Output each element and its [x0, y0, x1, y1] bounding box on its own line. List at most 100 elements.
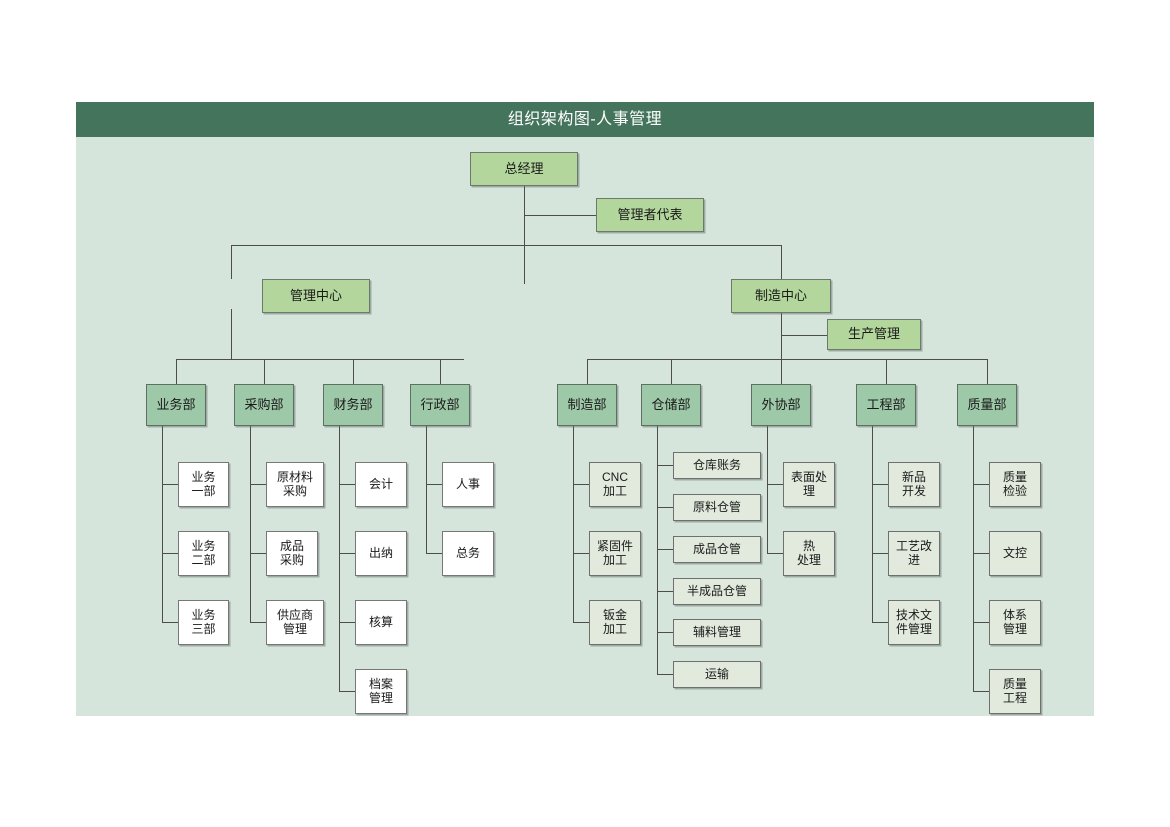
connector-engineering-spine	[872, 426, 873, 622]
leaf-finance-2[interactable]: 出纳	[355, 531, 407, 576]
node-label: 出纳	[368, 545, 393, 560]
leaf-business-3[interactable]: 业务 三部	[178, 600, 229, 645]
node-production-management[interactable]: 生产管理	[827, 319, 921, 350]
node-business-dept[interactable]: 业务部	[146, 384, 206, 426]
node-label: 管理者代表	[617, 206, 683, 222]
connector-purchasing-stub-3	[250, 622, 266, 623]
leaf-purchasing-1[interactable]: 原材料 采购	[266, 462, 324, 507]
node-label: 采购部	[244, 396, 284, 412]
leaf-finance-3[interactable]: 核算	[355, 600, 407, 645]
leaf-quality-4[interactable]: 质量 工程	[989, 669, 1041, 714]
connector-quality-stub-4	[973, 691, 989, 692]
leaf-warehouse-3[interactable]: 成品仓管	[673, 536, 761, 563]
leaf-warehouse-5[interactable]: 辅料管理	[673, 619, 761, 646]
leaf-quality-2[interactable]: 文控	[989, 531, 1041, 576]
node-label: 财务部	[333, 396, 373, 412]
node-manufacturing-center[interactable]: 制造中心	[731, 279, 831, 313]
node-label: 原料仓管	[692, 499, 741, 514]
leaf-outsourcing-2[interactable]: 热 处理	[783, 531, 835, 576]
node-management-center[interactable]: 管理中心	[262, 279, 370, 313]
node-label: 钣金 加工	[602, 608, 627, 636]
connector-outsourcing-stub-2	[767, 553, 783, 554]
node-label: 业务 二部	[191, 539, 216, 567]
node-label: 新品 开发	[901, 470, 926, 498]
leaf-quality-3[interactable]: 体系 管理	[989, 600, 1041, 645]
leaf-warehouse-2[interactable]: 原料仓管	[673, 494, 761, 521]
node-label: 仓库账务	[692, 457, 741, 472]
connector-quality-stub-2	[973, 553, 989, 554]
connector-mgmt-down	[231, 309, 232, 360]
connector-finance-stub-4	[339, 691, 355, 692]
leaf-outsourcing-1[interactable]: 表面处 理	[783, 462, 835, 507]
leaf-quality-1[interactable]: 质量 检验	[989, 462, 1041, 507]
connector-business-spine	[162, 426, 163, 622]
chart-canvas: 组织架构图-人事管理 总经理 管理者代表 管理中心 制造中心 生产管理 业务部 …	[76, 102, 1094, 716]
node-label: 技术文 件管理	[895, 608, 932, 636]
node-label: 质量 工程	[1002, 677, 1027, 705]
node-manufacturing-dept[interactable]: 制造部	[557, 384, 617, 426]
connector-finance-spine	[339, 426, 340, 691]
leaf-warehouse-4[interactable]: 半成品仓管	[673, 578, 761, 605]
connector-admin-spine	[426, 426, 427, 553]
connector-mfg-to-quality	[987, 359, 988, 384]
leaf-warehouse-1[interactable]: 仓库账务	[673, 452, 761, 479]
node-label: 人事	[455, 476, 480, 491]
leaf-manufacturing-2[interactable]: 紧固件 加工	[589, 531, 641, 576]
leaf-engineering-3[interactable]: 技术文 件管理	[888, 600, 940, 645]
connector-mfg-to-prodmgmt	[781, 335, 827, 336]
leaf-admin-2[interactable]: 总务	[442, 531, 494, 576]
node-finance-dept[interactable]: 财务部	[323, 384, 383, 426]
leaf-business-1[interactable]: 业务 一部	[178, 462, 229, 507]
leaf-purchasing-2[interactable]: 成品 采购	[266, 531, 318, 576]
connector-trunk-to-mgmt	[231, 245, 232, 279]
node-label: 原材料 采购	[276, 470, 313, 498]
node-label: 业务部	[156, 396, 196, 412]
connector-business-stub-2	[162, 553, 178, 554]
connector-trunk-to-mfg	[781, 245, 782, 279]
node-label: 制造部	[567, 396, 607, 412]
node-outsourcing-dept[interactable]: 外协部	[751, 384, 811, 426]
leaf-finance-4[interactable]: 档案 管理	[355, 669, 407, 714]
node-warehouse-dept[interactable]: 仓储部	[641, 384, 701, 426]
connector-outsourcing-stub-1	[767, 484, 783, 485]
node-quality-dept[interactable]: 质量部	[957, 384, 1017, 426]
connector-manufacturing-stub-2	[573, 553, 589, 554]
connector-manufacturing-spine	[573, 426, 574, 622]
connector-quality-spine	[973, 426, 974, 691]
page-title: 组织架构图-人事管理	[507, 110, 663, 128]
node-label: 工程部	[866, 396, 906, 412]
leaf-warehouse-6[interactable]: 运输	[673, 661, 761, 688]
node-management-rep[interactable]: 管理者代表	[596, 198, 704, 232]
node-label: CNC 加工	[602, 470, 628, 498]
connector-mgmt-to-business	[176, 359, 177, 384]
node-label: 紧固件 加工	[596, 539, 633, 567]
connector-mgmt-to-purchasing	[264, 359, 265, 384]
node-purchasing-dept[interactable]: 采购部	[234, 384, 294, 426]
connector-warehouse-stub-3	[657, 549, 673, 550]
node-label: 仓储部	[651, 396, 691, 412]
connector-mgmt-to-finance	[353, 359, 354, 384]
leaf-manufacturing-3[interactable]: 钣金 加工	[589, 600, 641, 645]
node-general-manager[interactable]: 总经理	[470, 152, 578, 186]
chart-title-bar: 组织架构图-人事管理	[76, 102, 1094, 137]
org-chart-root: 组织架构图-人事管理 总经理 管理者代表 管理中心 制造中心 生产管理 业务部 …	[0, 0, 1170, 827]
leaf-purchasing-3[interactable]: 供应商 管理	[266, 600, 324, 645]
leaf-engineering-2[interactable]: 工艺改 进	[888, 531, 940, 576]
node-engineering-dept[interactable]: 工程部	[856, 384, 916, 426]
node-label: 行政部	[420, 396, 460, 412]
node-label: 热 处理	[796, 539, 821, 567]
leaf-business-2[interactable]: 业务 二部	[178, 531, 229, 576]
leaf-engineering-1[interactable]: 新品 开发	[888, 462, 940, 507]
connector-mfg-bus	[587, 359, 987, 360]
connector-engineering-stub-1	[872, 484, 888, 485]
leaf-manufacturing-1[interactable]: CNC 加工	[589, 462, 641, 507]
leaf-admin-1[interactable]: 人事	[442, 462, 494, 507]
connector-outsourcing-spine	[767, 426, 768, 553]
node-admin-dept[interactable]: 行政部	[410, 384, 470, 426]
node-label: 核算	[368, 614, 393, 629]
connector-finance-stub-1	[339, 484, 355, 485]
connector-business-stub-1	[162, 484, 178, 485]
node-label: 成品 采购	[279, 539, 304, 567]
leaf-finance-1[interactable]: 会计	[355, 462, 407, 507]
node-label: 半成品仓管	[686, 583, 747, 598]
